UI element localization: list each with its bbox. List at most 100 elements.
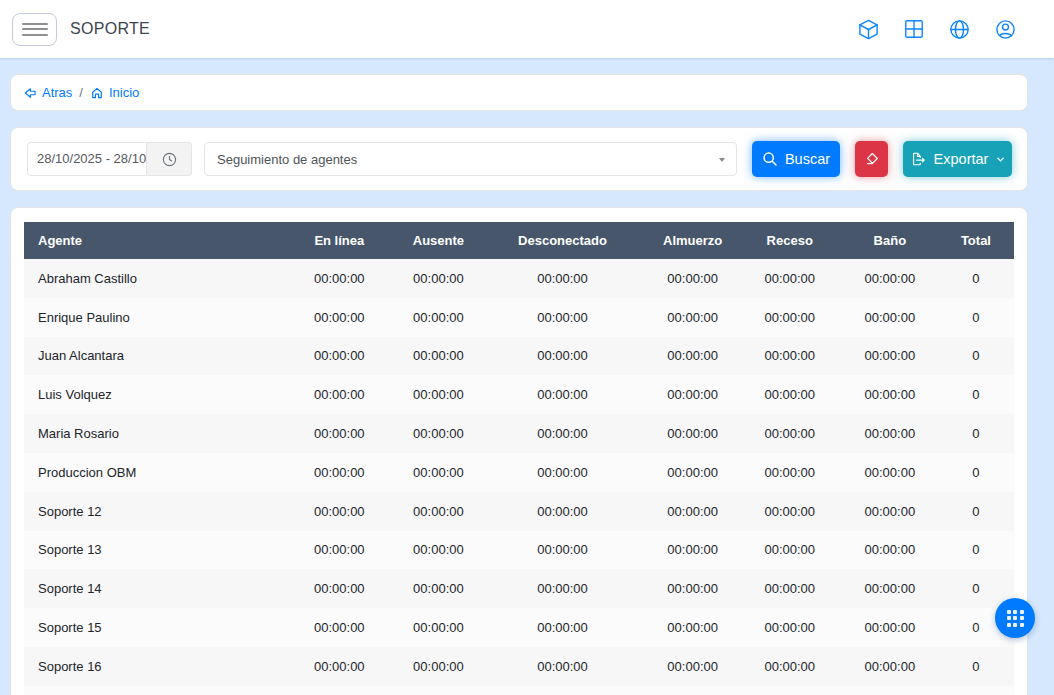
- online-cell: 00:00:00: [279, 608, 399, 647]
- total-cell: 0: [938, 375, 1014, 414]
- agents-table-card: AgenteEn líneaAusenteDesconectadoAlmuerz…: [10, 207, 1028, 695]
- bath-cell: 00:00:00: [842, 453, 938, 492]
- away-cell: 00:00:00: [399, 608, 477, 647]
- away-cell: 00:00:00: [399, 298, 477, 337]
- offline-cell: 00:00:00: [477, 647, 647, 686]
- globe-icon[interactable]: [948, 18, 971, 41]
- lunch-cell: 00:00:00: [648, 298, 738, 337]
- user-icon[interactable]: [994, 18, 1017, 41]
- away-cell: 00:00:00: [399, 337, 477, 376]
- break-cell: 00:00:00: [738, 337, 842, 376]
- filter-bar: 28/10/2025 - 28/10/2025 Seguimiento de a…: [10, 127, 1028, 191]
- break-cell: 00:00:00: [738, 414, 842, 453]
- table-row: Luis Volquez00:00:0000:00:0000:00:0000:0…: [24, 375, 1014, 414]
- away-cell: 00:00:00: [399, 453, 477, 492]
- clear-button[interactable]: [855, 141, 888, 177]
- table-row: Soporte 1500:00:0000:00:0000:00:0000:00:…: [24, 608, 1014, 647]
- lunch-cell: 00:00:00: [648, 492, 738, 531]
- offline-cell: 00:00:00: [477, 569, 647, 608]
- bath-cell: 00:00:00: [842, 531, 938, 570]
- break-cell: 00:00:00: [738, 647, 842, 686]
- break-cell: 00:00:00: [738, 259, 842, 298]
- column-header: Agente: [24, 222, 279, 259]
- online-cell: 00:00:00: [279, 569, 399, 608]
- search-icon: [762, 151, 778, 167]
- break-cell: 00:00:00: [738, 453, 842, 492]
- table-row: Soporte 1200:00:0000:00:0000:00:0000:00:…: [24, 492, 1014, 531]
- offline-cell: 00:00:00: [477, 337, 647, 376]
- bath-cell: 00:00:00: [842, 608, 938, 647]
- agent-name-cell: Soporte 15: [24, 608, 279, 647]
- breadcrumb-back[interactable]: Atras: [23, 85, 72, 100]
- total-cell: 0: [938, 492, 1014, 531]
- table-row: Soporte 1300:00:0000:00:0000:00:0000:00:…: [24, 531, 1014, 570]
- online-cell: 00:00:00: [279, 375, 399, 414]
- lunch-cell: 00:00:00: [648, 608, 738, 647]
- export-button[interactable]: Exportar: [903, 141, 1012, 177]
- agent-name-cell: Soporte 16: [24, 647, 279, 686]
- offline-cell: 00:00:00: [477, 453, 647, 492]
- agent-name-cell: Soporte 12: [24, 492, 279, 531]
- agent-name-cell: Luis Volquez: [24, 375, 279, 414]
- agent-name-cell: Enrique Paulino: [24, 298, 279, 337]
- back-arrow-icon: [23, 86, 37, 100]
- breadcrumb-home-label[interactable]: Inicio: [109, 85, 139, 100]
- clock-icon: [162, 152, 177, 167]
- total-cell: 0: [938, 259, 1014, 298]
- date-range-group: 28/10/2025 - 28/10/2025: [27, 142, 192, 176]
- report-type-select[interactable]: Seguimiento de agentes: [204, 142, 737, 176]
- table-row: Soporte 1400:00:0000:00:0000:00:0000:00:…: [24, 569, 1014, 608]
- lunch-cell: 00:00:00: [648, 375, 738, 414]
- offline-cell: 00:00:00: [477, 608, 647, 647]
- table-row-partial: [24, 686, 1014, 695]
- bath-cell: 00:00:00: [842, 298, 938, 337]
- agent-name-cell: Juan Alcantara: [24, 337, 279, 376]
- table-row: Maria Rosario00:00:0000:00:0000:00:0000:…: [24, 414, 1014, 453]
- lunch-cell: 00:00:00: [648, 337, 738, 376]
- lunch-cell: 00:00:00: [648, 259, 738, 298]
- table-row: Enrique Paulino00:00:0000:00:0000:00:000…: [24, 298, 1014, 337]
- column-header: Ausente: [399, 222, 477, 259]
- breadcrumb-home[interactable]: Inicio: [90, 85, 139, 100]
- break-cell: 00:00:00: [738, 298, 842, 337]
- hamburger-menu-button[interactable]: [12, 13, 57, 46]
- lunch-cell: 00:00:00: [648, 414, 738, 453]
- online-cell: 00:00:00: [279, 531, 399, 570]
- away-cell: 00:00:00: [399, 531, 477, 570]
- total-cell: 0: [938, 298, 1014, 337]
- agent-name-cell: Soporte 13: [24, 531, 279, 570]
- total-cell: 0: [938, 647, 1014, 686]
- column-header: Almuerzo: [648, 222, 738, 259]
- total-cell: 0: [938, 531, 1014, 570]
- online-cell: 00:00:00: [279, 298, 399, 337]
- select-caret-icon: [719, 158, 725, 162]
- apps-fab-button[interactable]: [995, 598, 1035, 638]
- column-header: Total: [938, 222, 1014, 259]
- lunch-cell: 00:00:00: [648, 647, 738, 686]
- column-header: Desconectado: [477, 222, 647, 259]
- breadcrumb-back-label[interactable]: Atras: [42, 85, 72, 100]
- total-cell: 0: [938, 337, 1014, 376]
- break-cell: 00:00:00: [738, 608, 842, 647]
- online-cell: 00:00:00: [279, 259, 399, 298]
- bath-cell: 00:00:00: [842, 375, 938, 414]
- grid-window-icon[interactable]: [903, 18, 925, 40]
- agent-name-cell: Maria Rosario: [24, 414, 279, 453]
- offline-cell: 00:00:00: [477, 298, 647, 337]
- lunch-cell: 00:00:00: [648, 453, 738, 492]
- search-button[interactable]: Buscar: [752, 141, 840, 177]
- app-header: SOPORTE: [0, 0, 1054, 58]
- online-cell: 00:00:00: [279, 414, 399, 453]
- bath-cell: 00:00:00: [842, 259, 938, 298]
- cube-icon[interactable]: [857, 18, 880, 41]
- date-range-input[interactable]: 28/10/2025 - 28/10/2025: [27, 142, 147, 176]
- table-body: Abraham Castillo00:00:0000:00:0000:00:00…: [24, 259, 1014, 695]
- file-export-icon: [910, 151, 926, 167]
- date-picker-button[interactable]: [147, 142, 192, 176]
- away-cell: 00:00:00: [399, 647, 477, 686]
- break-cell: 00:00:00: [738, 492, 842, 531]
- away-cell: 00:00:00: [399, 569, 477, 608]
- online-cell: 00:00:00: [279, 492, 399, 531]
- online-cell: 00:00:00: [279, 337, 399, 376]
- table-row: Juan Alcantara00:00:0000:00:0000:00:0000…: [24, 337, 1014, 376]
